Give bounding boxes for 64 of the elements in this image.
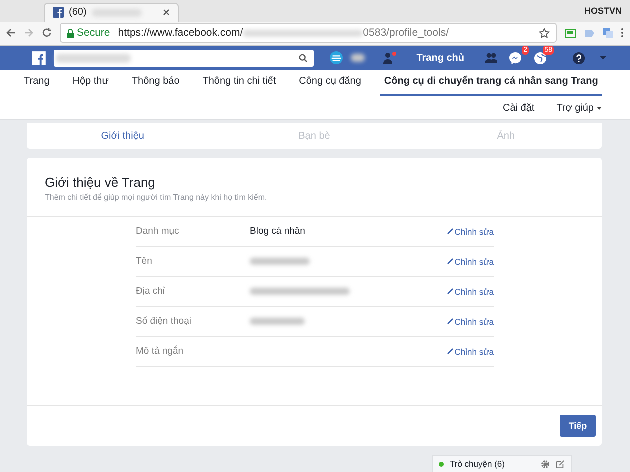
pencil-icon: [446, 228, 454, 235]
next-button[interactable]: Tiếp: [560, 415, 596, 437]
messenger-icon[interactable]: [509, 52, 522, 65]
page-tab[interactable]: Trang: [20, 70, 54, 96]
tab-title: (60): [69, 7, 87, 18]
edit-link[interactable]: Chỉnh sửa: [446, 346, 494, 356]
menu-icon[interactable]: [621, 28, 624, 38]
friend-requests-icon[interactable]: [382, 52, 397, 64]
pencil-icon: [446, 288, 454, 295]
step-tab[interactable]: Giới thiệu: [101, 130, 144, 142]
back-icon[interactable]: [6, 28, 16, 38]
search-icon[interactable]: [298, 54, 308, 63]
chat-bar[interactable]: Trò chuyện (6): [432, 455, 572, 472]
help-link[interactable]: Trợ giúp: [556, 102, 602, 114]
blurred-value: [250, 258, 310, 265]
chat-label: Trò chuyện (6): [450, 459, 505, 469]
extension-icon[interactable]: [565, 28, 576, 38]
caret-icon[interactable]: [600, 56, 606, 60]
facebook-logo-icon: [53, 7, 64, 18]
secure-label: Secure: [77, 27, 110, 40]
blurred-text: [92, 8, 142, 17]
profile-name: HOSTVN: [584, 6, 622, 16]
field-label: Số điện thoại: [136, 316, 192, 327]
page-tab[interactable]: Thông báo: [128, 70, 184, 96]
reload-icon[interactable]: [42, 28, 52, 38]
pencil-icon: [446, 318, 454, 325]
page-tab[interactable]: Công cụ đăng: [295, 70, 366, 96]
url-text: 0583/profile_tools/: [363, 27, 449, 40]
field-label: Tên: [136, 256, 154, 267]
url-text: https://www.facebook.com/: [118, 27, 244, 40]
address-bar[interactable]: Secure https://www.facebook.com/ 0583/profile_tools/: [60, 23, 557, 44]
compose-icon[interactable]: [556, 460, 565, 468]
caret-icon: [597, 106, 602, 110]
blurred-value: [250, 318, 305, 325]
blurred-name: [350, 54, 365, 62]
edit-link[interactable]: Chỉnh sửa: [446, 226, 494, 236]
field-value: Blog cá nhân: [250, 226, 306, 237]
facebook-logo-icon[interactable]: [32, 50, 46, 66]
page-tab[interactable]: Hộp thư: [68, 70, 113, 96]
page-tab[interactable]: Công cụ di chuyển trang cá nhân sang Trang: [380, 70, 602, 96]
pencil-icon: [446, 348, 454, 355]
field-label: Địa chỉ: [136, 286, 166, 297]
close-icon[interactable]: [163, 9, 170, 16]
help-icon[interactable]: [573, 52, 586, 65]
home-link[interactable]: Trang chủ: [416, 52, 465, 64]
settings-link[interactable]: Cài đặt: [503, 102, 535, 114]
star-icon[interactable]: [539, 28, 550, 39]
translate-icon[interactable]: [603, 28, 613, 38]
lock-icon: [67, 28, 74, 38]
edit-link[interactable]: Chỉnh sửa: [446, 316, 494, 326]
section-subtitle: Thêm chi tiết để giúp mọi người tìm Trang này khi họ tìm kiếm.: [44, 192, 268, 202]
search-field[interactable]: [54, 50, 314, 67]
browser-tab[interactable]: (60): [44, 2, 179, 22]
edit-link[interactable]: Chỉnh sửa: [446, 286, 494, 296]
friends-icon[interactable]: [484, 52, 498, 64]
pencil-icon: [446, 258, 454, 265]
field-label: Danh mục: [136, 226, 180, 237]
online-dot-icon: [439, 462, 444, 466]
page-tab[interactable]: Thông tin chi tiết: [198, 70, 280, 96]
field-label: Mô tả ngắn: [136, 346, 185, 357]
edit-link[interactable]: Chỉnh sửa: [446, 256, 494, 266]
profile-avatar[interactable]: [330, 51, 343, 66]
section-title: Giới thiệu về Trang: [44, 174, 156, 190]
settings-icon[interactable]: [541, 460, 550, 468]
